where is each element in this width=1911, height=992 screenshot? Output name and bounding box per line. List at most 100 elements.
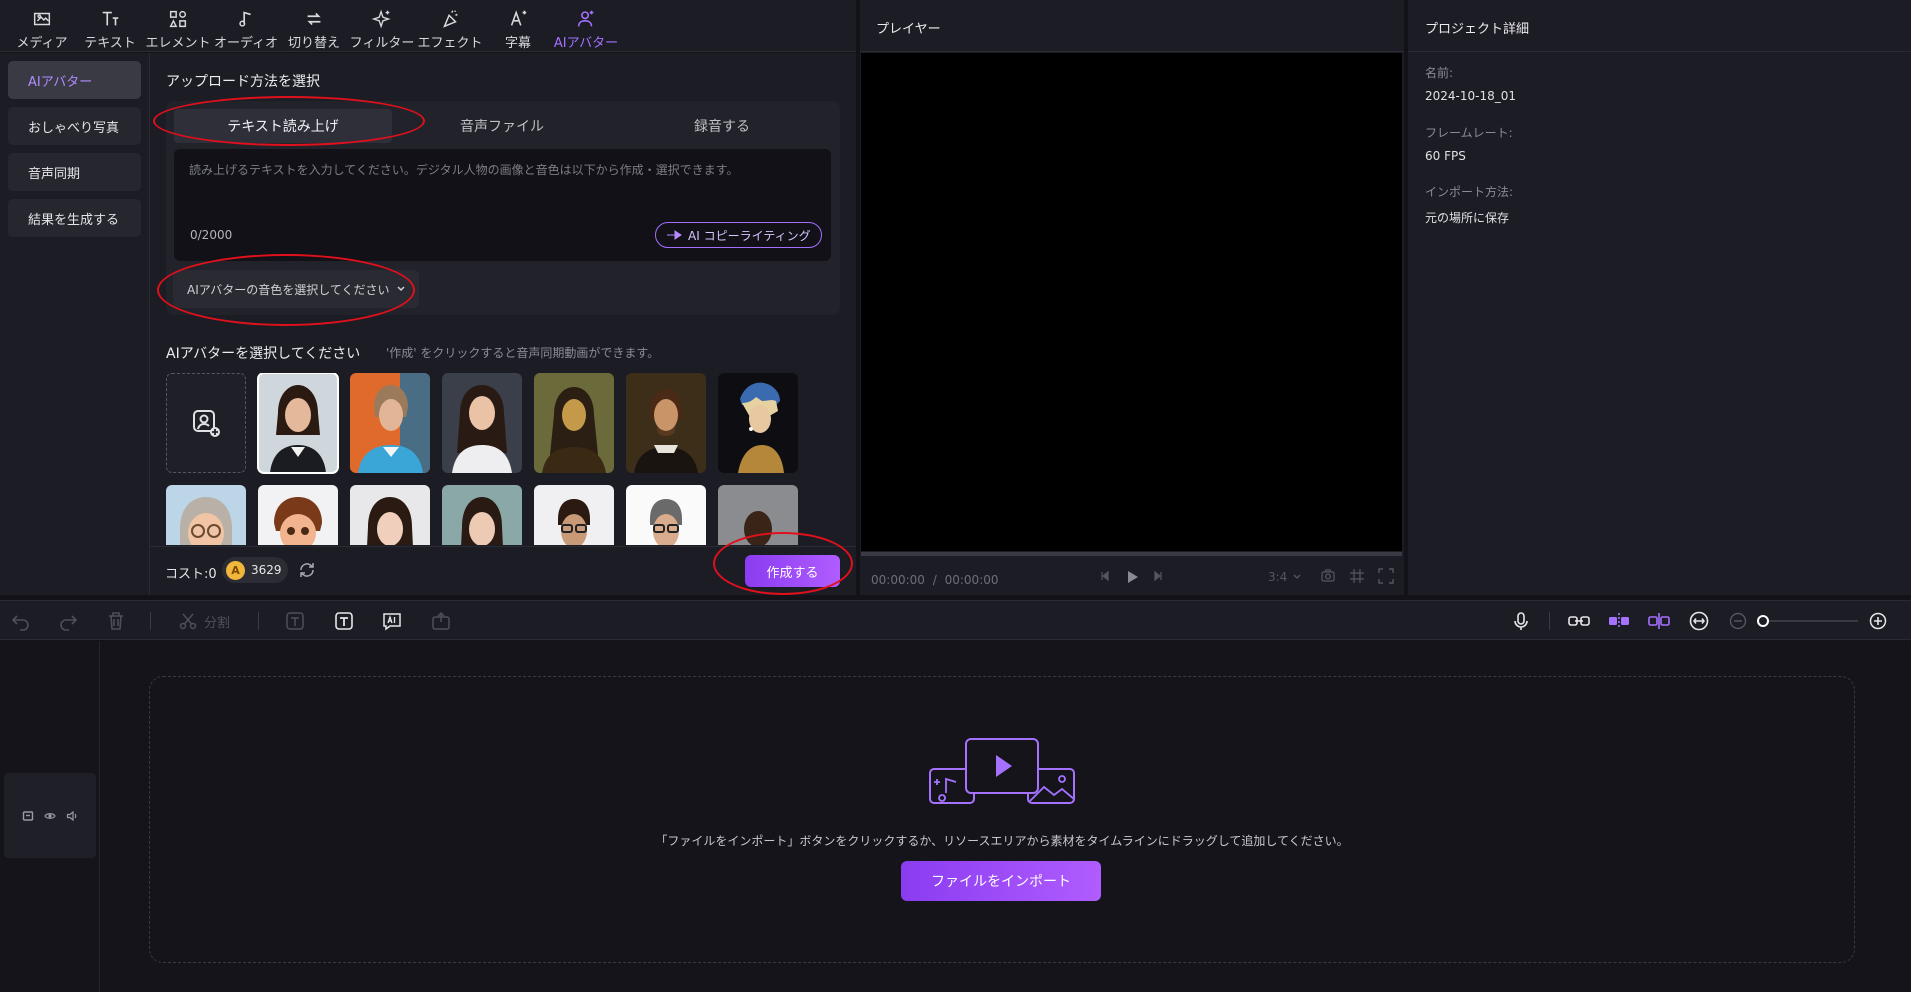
ai-copywriting-button[interactable]: AI コピーライティング xyxy=(655,222,822,248)
export-clip-button[interactable] xyxy=(430,609,452,633)
project-name: 2024-10-18_01 xyxy=(1425,89,1517,103)
nav-filter[interactable]: フィルター xyxy=(348,1,416,51)
sidebar-item-talking-photo[interactable]: おしゃべり写真 xyxy=(8,107,141,145)
avatar-shakespeare[interactable] xyxy=(626,373,706,473)
zoom-slider-track xyxy=(1757,615,1858,627)
import-file-button[interactable]: ファイルをインポート xyxy=(901,861,1101,901)
microphone-button[interactable] xyxy=(1510,609,1532,633)
grid-icon xyxy=(1350,569,1364,583)
speaker-icon[interactable] xyxy=(66,810,78,822)
avatar-cartoon-boy[interactable] xyxy=(258,485,338,545)
zoom-in-button[interactable] xyxy=(1868,609,1888,633)
player-screen[interactable] xyxy=(861,53,1402,551)
avatar-asian-woman-1[interactable] xyxy=(350,485,430,545)
avatar-man-glasses[interactable] xyxy=(534,485,614,545)
export-icon xyxy=(432,611,450,630)
avatar-pearl-earring[interactable] xyxy=(718,373,798,473)
play-button[interactable] xyxy=(1123,568,1141,586)
sidebar-item-lip-sync[interactable]: 音声同期 xyxy=(8,153,141,191)
transition-icon xyxy=(307,12,321,26)
nav-ai-avatar[interactable]: AIアバター xyxy=(552,1,620,51)
player-progress-bar[interactable] xyxy=(861,552,1402,556)
nav-label: 字幕 xyxy=(504,36,531,51)
avatar-woman-business[interactable] xyxy=(257,373,339,474)
avatar-section-title: AIアバターを選択してください xyxy=(166,346,361,362)
ai-box-icon xyxy=(383,613,401,631)
magnet-snap-button[interactable] xyxy=(1607,609,1631,633)
fps-label: フレームレート: xyxy=(1425,126,1513,140)
nav-element[interactable]: エレメント xyxy=(144,1,212,51)
nav-label: エレメント xyxy=(145,36,211,51)
undo-button[interactable] xyxy=(10,609,32,633)
nav-subtitle[interactable]: 字幕 xyxy=(484,1,552,51)
tab-record[interactable]: 録音する xyxy=(612,109,832,143)
avatar-mona-lisa[interactable] xyxy=(534,373,614,473)
delete-button[interactable] xyxy=(105,609,127,633)
fullscreen-button[interactable] xyxy=(1378,568,1394,584)
avatar-cartoon-glasses-woman[interactable] xyxy=(166,485,246,545)
next-frame-icon xyxy=(1154,570,1162,582)
speech-text-placeholder: 読み上げるテキストを入力してください。デジタル人物の画像と音色は以下から作成・選… xyxy=(189,163,739,177)
nav-media[interactable]: メディア xyxy=(8,1,76,51)
sidebar-item-generate-result[interactable]: 結果を生成する xyxy=(8,199,141,237)
zoom-slider[interactable] xyxy=(1756,609,1860,633)
import-method-label: インポート方法: xyxy=(1425,185,1514,199)
player-title: プレイヤー xyxy=(860,0,1404,52)
avatar-woman-long-hair[interactable] xyxy=(442,373,522,473)
char-counter: 0/2000 xyxy=(190,228,233,242)
toolbar-divider xyxy=(150,612,151,630)
ai-subtitle-button[interactable] xyxy=(381,609,403,633)
nav-effect[interactable]: エフェクト xyxy=(416,1,484,51)
timeline-toolbar: 分割 xyxy=(0,600,1911,640)
voice-select[interactable]: AIアバターの音色を選択してください xyxy=(173,270,419,308)
drop-instruction: 「ファイルをインポート」ボタンをクリックするか、リソースエリアから素材をタイムラ… xyxy=(655,834,1349,848)
prev-frame-button[interactable] xyxy=(1097,568,1113,584)
import-media-icon xyxy=(929,738,1075,804)
track-lock-icon[interactable] xyxy=(22,810,34,822)
split-button[interactable]: 分割 xyxy=(178,609,230,633)
link-button[interactable] xyxy=(1567,609,1591,633)
redo-button[interactable] xyxy=(57,609,79,633)
prev-frame-icon xyxy=(1101,570,1109,582)
nav-label: フィルター xyxy=(349,36,415,51)
grid-button[interactable] xyxy=(1349,568,1365,584)
split-snap-button[interactable] xyxy=(1647,609,1671,633)
avatar-asian-woman-2[interactable] xyxy=(442,485,522,545)
fps-value: 60 FPS xyxy=(1425,149,1466,163)
upload-tabs: テキスト読み上げ 音声ファイル 録音する xyxy=(174,109,832,143)
split-track-icon xyxy=(1648,613,1670,629)
create-button[interactable]: 作成する xyxy=(745,555,840,587)
snap-icon xyxy=(1609,613,1629,629)
add-text-button[interactable] xyxy=(333,609,355,633)
coin-balance: A 3629 xyxy=(222,557,288,583)
split-label: 分割 xyxy=(204,615,231,631)
avatar-man-dark-suit[interactable] xyxy=(718,485,798,545)
sidebar-item-ai-avatar[interactable]: AIアバター xyxy=(8,61,141,99)
nav-text[interactable]: テキスト xyxy=(76,1,144,51)
nav-transition[interactable]: 切り替え xyxy=(280,1,348,51)
text-track-button[interactable] xyxy=(284,609,306,633)
timeline-drop-zone[interactable]: 「ファイルをインポート」ボタンをクリックするか、リソースエリアから素材をタイムラ… xyxy=(149,676,1855,963)
next-frame-button[interactable] xyxy=(1150,568,1166,584)
avatar-woman-short-hair[interactable] xyxy=(350,373,430,473)
tab-audio-file[interactable]: 音声ファイル xyxy=(392,109,612,143)
trash-icon xyxy=(109,612,123,630)
top-nav: メディア テキスト エレメント オーディオ 切り替え フィルター エフェクト 字… xyxy=(0,0,856,52)
nav-label: メディア xyxy=(16,36,68,51)
refresh-button[interactable] xyxy=(297,560,317,580)
aspect-ratio-select[interactable]: 3:4 xyxy=(1268,570,1301,584)
tab-text-to-speech[interactable]: テキスト読み上げ xyxy=(174,109,392,143)
nav-label: テキスト xyxy=(84,36,136,51)
zoom-out-button[interactable] xyxy=(1728,609,1748,633)
upload-avatar-button[interactable] xyxy=(166,373,246,473)
element-icon xyxy=(169,10,187,28)
snapshot-button[interactable] xyxy=(1320,568,1336,584)
cost-label: コスト:0 xyxy=(165,567,217,582)
fit-timeline-button[interactable] xyxy=(1688,609,1710,633)
avatar-man-gray-glasses[interactable] xyxy=(626,485,706,545)
track-controls xyxy=(4,773,96,858)
nav-audio[interactable]: オーディオ xyxy=(212,1,280,51)
eye-icon[interactable] xyxy=(44,810,56,822)
add-user-icon xyxy=(193,410,220,437)
zoom-in-icon xyxy=(1869,612,1887,630)
